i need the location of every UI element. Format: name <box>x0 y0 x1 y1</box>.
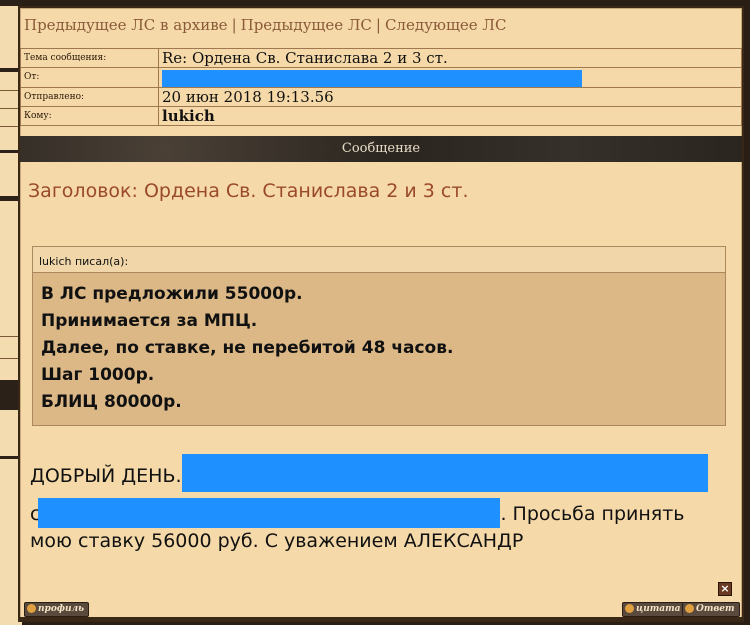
nav-separator: | <box>231 16 237 34</box>
from-label: От: <box>20 67 159 88</box>
to-value[interactable]: lukich <box>158 105 742 126</box>
quote-button[interactable]: цитата <box>622 602 686 617</box>
redacted-sender <box>162 69 582 87</box>
quote-author: lukich писал(а): <box>33 247 725 273</box>
nav-separator: | <box>375 16 381 34</box>
message-title-bar: Сообщение <box>20 136 742 162</box>
profile-icon <box>27 604 36 613</box>
profile-button[interactable]: профиль <box>24 602 90 617</box>
quote-block: lukich писал(а): В ЛС предложили 55000р.… <box>32 246 726 426</box>
reply-button[interactable]: Ответ <box>682 602 740 617</box>
from-row: От: <box>20 67 742 88</box>
quote-icon <box>625 604 634 613</box>
body-text: . Просьба принять <box>500 503 685 525</box>
quote-line: Далее, по ставке, не перебитой 48 часов. <box>41 338 454 358</box>
close-icon[interactable]: × <box>718 582 732 596</box>
body-text: мою ставку 56000 руб. С уважением АЛЕКСА… <box>30 530 524 552</box>
message-navigation: Предыдущее ЛС в архиве | Предыдущее ЛС | Сле… <box>24 16 738 44</box>
reply-button-label: Ответ <box>696 604 735 614</box>
profile-button-label: профиль <box>38 604 85 614</box>
quote-button-label: цитата <box>636 604 681 614</box>
from-value <box>158 67 742 88</box>
greeting-text: ДОБРЫЙ ДЕНЬ. <box>30 465 182 487</box>
prev-message-link[interactable]: Предыдущее ЛС <box>241 16 372 34</box>
quote-line: В ЛС предложили 55000р. <box>41 284 303 304</box>
redacted-text <box>181 454 708 492</box>
prev-archive-link[interactable]: Предыдущее ЛС в архиве <box>24 16 228 34</box>
to-row: Кому: lukich <box>20 105 742 126</box>
subject-row: Тема сообщения: Re: Ордена Св. Станислав… <box>20 48 742 68</box>
sent-row: Отправлено: 20 июн 2018 19:13.56 <box>20 86 742 107</box>
quote-body: В ЛС предложили 55000р. Принимается за М… <box>33 273 725 416</box>
subject-label: Тема сообщения: <box>20 48 159 68</box>
message-window: Предыдущее ЛС в архиве | Предыдущее ЛС | Сле… <box>18 6 744 622</box>
quote-line: БЛИЦ 80000р. <box>41 392 182 412</box>
quote-line: Принимается за МПЦ. <box>41 311 258 331</box>
subject-value: Re: Ордена Св. Станислава 2 и 3 ст. <box>158 48 742 68</box>
message-body-line: с. Просьба принять <box>30 498 730 528</box>
next-message-link[interactable]: Следующее ЛС <box>385 16 506 34</box>
sent-value: 20 июн 2018 19:13.56 <box>158 86 742 107</box>
to-label: Кому: <box>20 105 159 126</box>
quote-line: Шаг 1000р. <box>41 365 155 385</box>
reply-icon <box>685 604 694 613</box>
message-subject-heading: Заголовок: Ордена Св. Станислава 2 и 3 с… <box>28 180 469 202</box>
message-body-line: ДОБРЫЙ ДЕНЬ. <box>30 454 730 492</box>
redacted-text <box>38 498 501 528</box>
message-header-table: Тема сообщения: Re: Ордена Св. Станислав… <box>20 48 742 126</box>
message-body-line: мою ставку 56000 руб. С уважением АЛЕКСА… <box>30 530 730 552</box>
bottom-border <box>20 617 742 620</box>
sent-label: Отправлено: <box>20 86 159 107</box>
